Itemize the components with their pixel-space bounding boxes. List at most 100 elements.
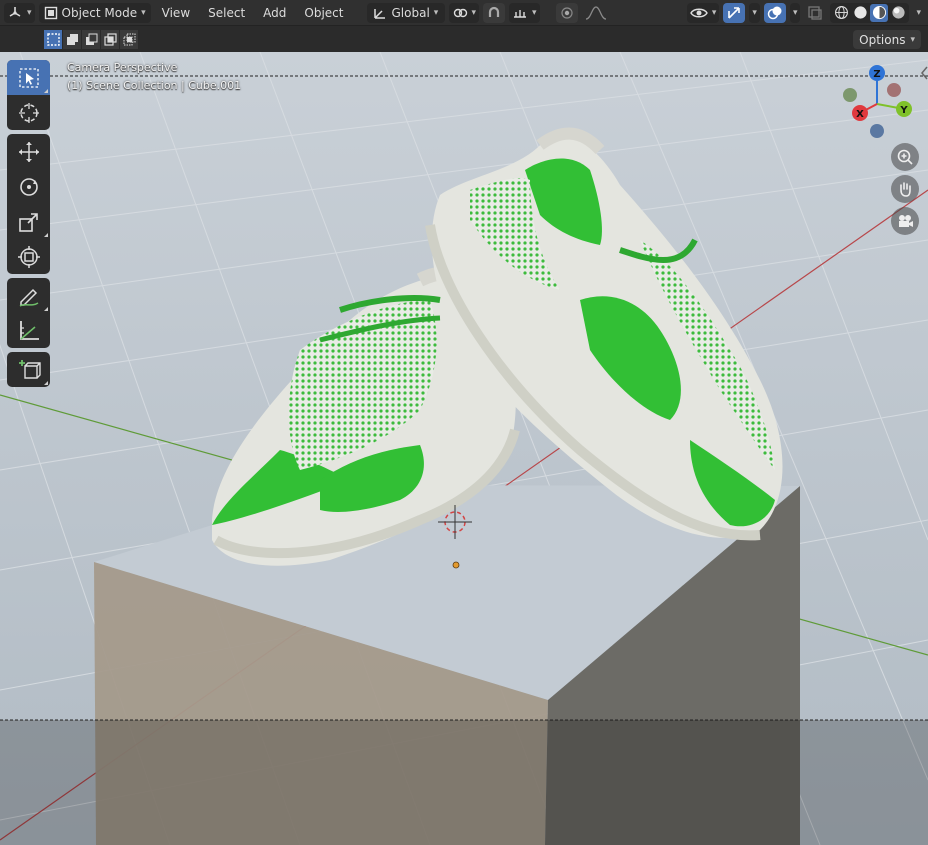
zoom-button[interactable] — [891, 143, 919, 171]
tool-group-transform — [7, 134, 50, 274]
select-mode-extend-button[interactable] — [63, 29, 82, 49]
view-name-label: Camera Perspective — [67, 61, 178, 74]
snap-toggle[interactable] — [483, 2, 506, 23]
sidebar-toggle-arrow[interactable] — [921, 66, 928, 80]
shading-rendered-button[interactable] — [889, 4, 907, 22]
mode-selector[interactable]: Object Mode ▾ — [38, 2, 151, 23]
chevron-down-icon: ▾ — [752, 7, 757, 18]
gizmo-y-label: Y — [899, 105, 908, 116]
object-mode-icon — [44, 6, 57, 19]
chevron-down-icon: ▾ — [433, 7, 439, 18]
snap-increment-icon — [514, 9, 527, 18]
3d-viewport[interactable]: Camera Perspective (1) Scene Collection … — [0, 52, 928, 845]
menu-object[interactable]: Object — [297, 3, 350, 23]
cursor-icon — [18, 102, 39, 123]
transform-icon — [17, 245, 40, 268]
camera-view-button[interactable] — [891, 207, 919, 235]
shading-dropdown[interactable]: ▾ — [913, 3, 924, 23]
tool-move[interactable] — [7, 134, 50, 169]
chevron-down-icon: ▾ — [910, 34, 915, 45]
tool-group-annotate — [7, 278, 50, 348]
gizmo-dropdown[interactable]: ▾ — [749, 2, 760, 23]
gizmo-x-label: X — [856, 109, 864, 120]
camera-passepartout — [0, 720, 928, 845]
gizmo-neg-z-handle[interactable] — [870, 124, 884, 138]
shading-solid-button[interactable] — [851, 4, 869, 22]
tool-settings-bar: Options ▾ — [0, 26, 928, 52]
chevron-down-icon: ▾ — [916, 7, 921, 18]
navigation-gizmo[interactable]: Z Y X — [838, 62, 924, 148]
tool-measure[interactable] — [7, 313, 50, 348]
rendered-sphere-icon — [892, 6, 905, 19]
measure-ruler-icon — [19, 320, 39, 340]
tool-transform[interactable] — [7, 239, 50, 274]
gizmo-z-label: Z — [873, 69, 880, 80]
shading-wireframe-button[interactable] — [832, 4, 850, 22]
annotate-pencil-icon — [19, 288, 38, 307]
pan-button[interactable] — [891, 175, 919, 203]
select-mode-subtract-button[interactable] — [82, 29, 101, 49]
view-navigation-buttons — [891, 143, 919, 235]
mode-label: Object Mode — [61, 5, 138, 20]
scene-render — [0, 52, 928, 845]
chevron-down-icon: ▾ — [711, 7, 717, 18]
add-cube-icon — [18, 359, 41, 379]
overlay-toggle[interactable] — [763, 2, 786, 23]
eye-icon — [690, 8, 708, 17]
falloff-curve-icon — [585, 5, 606, 20]
select-invert-icon — [103, 32, 117, 46]
chevron-down-icon: ▾ — [141, 7, 146, 18]
select-mode-invert-button[interactable] — [101, 29, 120, 49]
menu-view[interactable]: View — [155, 3, 197, 23]
tool-group-add — [7, 352, 50, 387]
proportional-edit-toggle[interactable] — [555, 2, 578, 23]
overlay-dropdown[interactable]: ▾ — [789, 2, 801, 23]
select-intersect-icon — [123, 33, 135, 45]
tool-select-box[interactable] — [7, 60, 50, 95]
wireframe-sphere-icon — [834, 6, 848, 19]
scale-icon — [18, 212, 38, 232]
pivot-point-selector[interactable]: ▾ — [448, 2, 480, 23]
chevron-down-icon: ▾ — [792, 7, 798, 18]
tool-add-cube[interactable] — [7, 352, 50, 387]
visibility-selector[interactable]: ▾ — [686, 2, 720, 23]
tool-group-select — [7, 60, 50, 130]
tool-cursor[interactable] — [7, 95, 50, 130]
shading-material-preview-button[interactable] — [870, 3, 889, 22]
camera-icon — [899, 215, 913, 227]
material-sphere-icon — [872, 5, 887, 20]
proportional-falloff-selector[interactable] — [582, 3, 610, 23]
collection-info-label: (1) Scene Collection | Cube.001 — [67, 79, 242, 92]
move-icon — [18, 141, 39, 162]
rotate-icon — [19, 177, 38, 196]
tool-scale[interactable] — [7, 204, 50, 239]
transform-orientation-selector[interactable]: Global ▾ — [366, 2, 445, 23]
xray-icon — [808, 5, 823, 20]
orientation-label: Global — [391, 5, 430, 20]
tool-annotate[interactable] — [7, 278, 50, 313]
xray-toggle[interactable] — [804, 3, 826, 23]
options-dropdown[interactable]: Options ▾ — [853, 30, 921, 49]
gizmo-neg-x-handle[interactable] — [887, 83, 901, 97]
object-origin — [452, 561, 460, 569]
pan-hand-icon — [900, 182, 911, 197]
menu-select[interactable]: Select — [201, 3, 252, 23]
shading-mode-group — [830, 2, 910, 23]
gizmo-neg-y-handle[interactable] — [843, 88, 857, 102]
proportional-edit-icon — [560, 6, 573, 19]
gizmo-toggle[interactable] — [723, 2, 746, 23]
menu-add[interactable]: Add — [256, 3, 293, 23]
gizmo-icon — [728, 6, 741, 19]
editor-type-selector[interactable]: ▾ — [4, 2, 35, 23]
options-label: Options — [859, 32, 906, 47]
select-extend-icon — [66, 33, 78, 45]
select-mode-intersect-button[interactable] — [120, 29, 139, 49]
pivot-icon — [453, 8, 467, 17]
select-subtract-icon — [85, 33, 97, 45]
select-mode-set-button[interactable] — [44, 29, 63, 49]
tool-rotate[interactable] — [7, 169, 50, 204]
3d-viewport-icon — [9, 6, 21, 17]
select-set-icon — [46, 32, 60, 46]
snap-target-selector[interactable]: ▾ — [509, 2, 540, 23]
chevron-down-icon: ▾ — [27, 7, 32, 18]
